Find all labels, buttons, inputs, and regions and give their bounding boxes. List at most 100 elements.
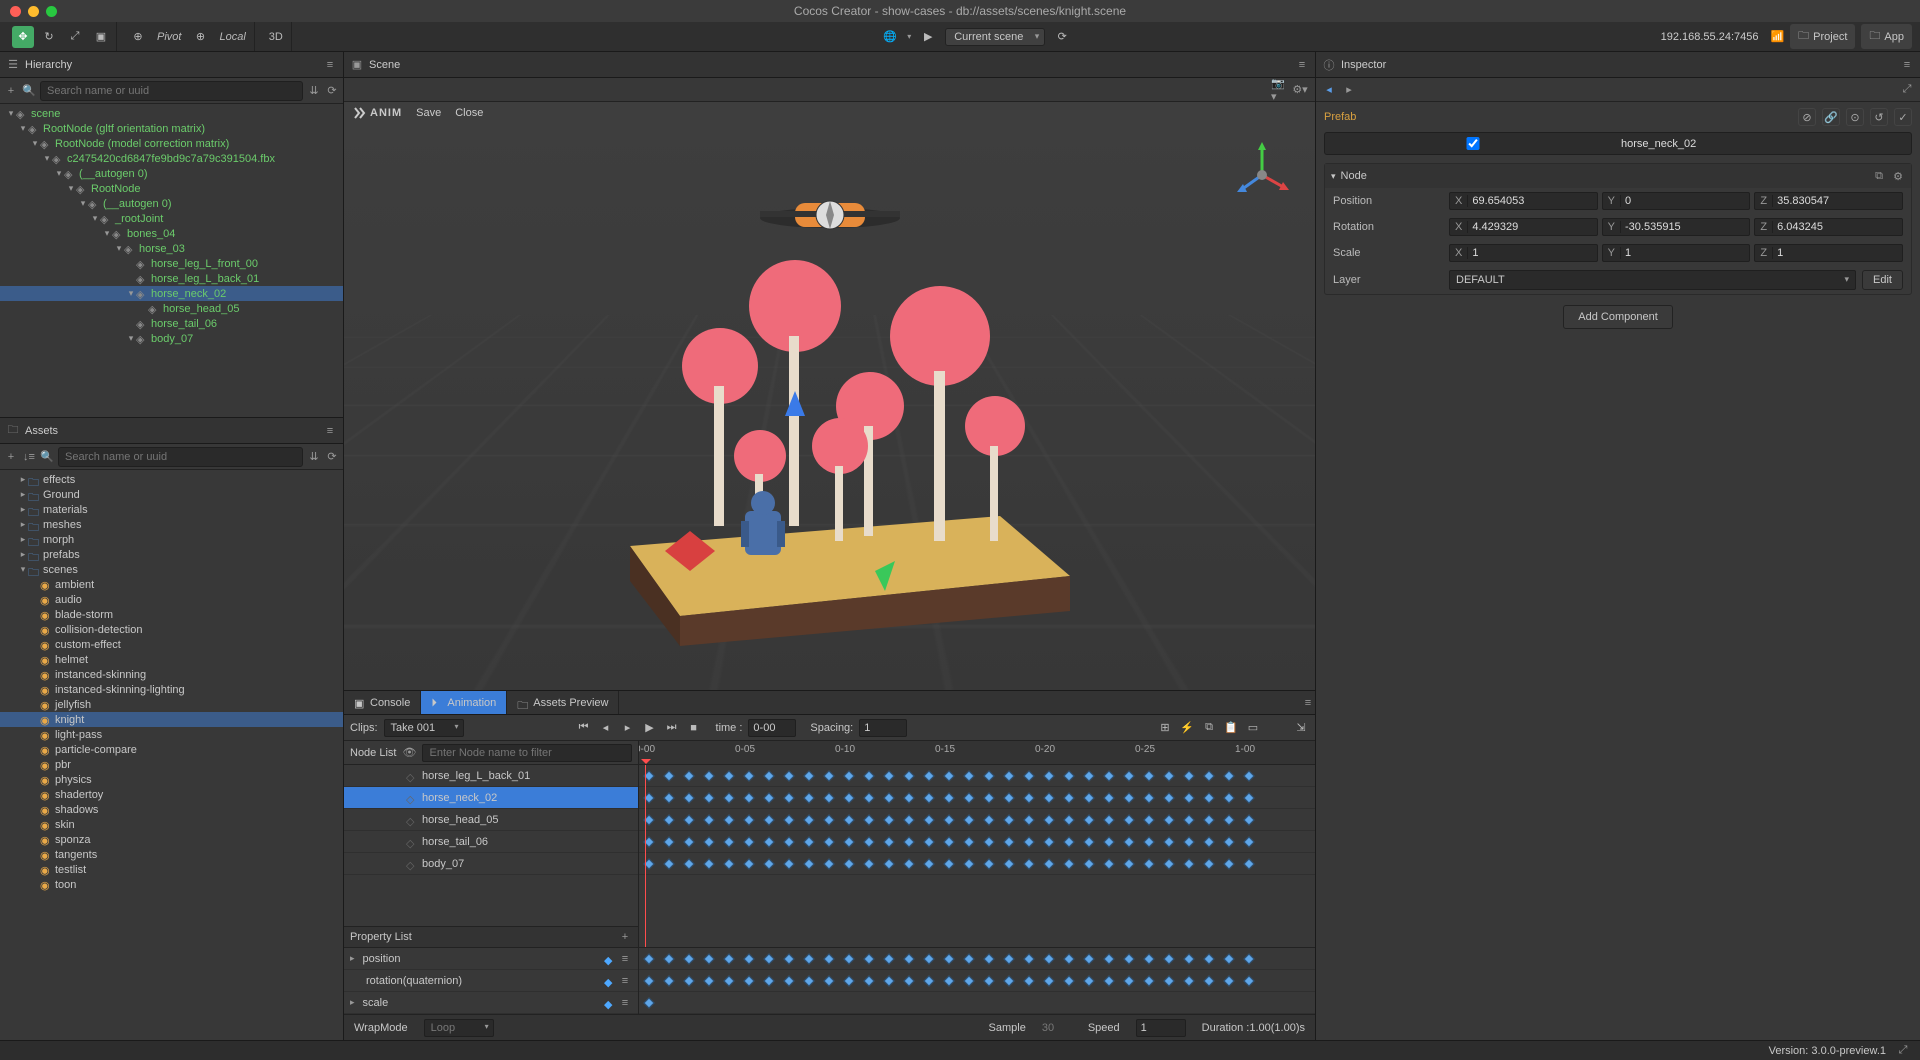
anim-save[interactable]: Save (416, 107, 441, 119)
node-enabled[interactable] (1331, 137, 1615, 150)
rot-z[interactable] (1773, 219, 1902, 235)
globe-icon[interactable]: 🌐 (879, 26, 901, 48)
orientation-gizmo[interactable] (1227, 140, 1297, 210)
hierarchy-node[interactable]: ▾◈scene (0, 106, 343, 121)
asset-item[interactable]: ◉physics (0, 772, 343, 787)
hierarchy-node[interactable]: ▾◈RootNode (model correction matrix) (0, 136, 343, 151)
asset-item[interactable]: ◉blade-storm (0, 607, 343, 622)
hierarchy-node[interactable]: ◈horse_leg_L_back_01 (0, 271, 343, 286)
hierarchy-node[interactable]: ▾◈body_07 (0, 331, 343, 346)
bolt-icon[interactable]: ⚡ (1179, 720, 1195, 736)
hierarchy-search[interactable] (40, 81, 303, 101)
app-button[interactable]: 🗀App (1861, 24, 1912, 49)
back-icon[interactable]: ◂ (1322, 83, 1336, 97)
unlink-icon[interactable]: ⊘ (1798, 108, 1816, 126)
asset-item[interactable]: ▸🗀Ground (0, 487, 343, 502)
chevron-down-icon[interactable]: ▾ (1331, 171, 1336, 182)
scene-viewport[interactable]: ANIM Save Close (344, 102, 1315, 690)
asset-item[interactable]: ▸🗀prefabs (0, 547, 343, 562)
node-filter[interactable] (422, 744, 632, 762)
add-property-icon[interactable]: + (618, 930, 632, 944)
tab-animation[interactable]: ⏵Animation (421, 691, 507, 714)
reload-button[interactable]: ⟳ (1051, 26, 1073, 48)
scale-tool[interactable]: ⤢ (64, 26, 86, 48)
hierarchy-node[interactable]: ▾◈horse_03 (0, 241, 343, 256)
gear-icon[interactable]: ⚙▾ (1293, 83, 1307, 97)
hierarchy-node[interactable]: ▾◈bones_04 (0, 226, 343, 241)
stop-icon[interactable]: ■ (686, 720, 702, 736)
collapse-icon[interactable]: ⇊ (307, 450, 321, 464)
forward-icon[interactable]: ▸ (1342, 83, 1356, 97)
hierarchy-node[interactable]: ▾◈(__autogen 0) (0, 196, 343, 211)
play-button[interactable]: ▶ (917, 26, 939, 48)
asset-item[interactable]: ◉shadertoy (0, 787, 343, 802)
move-tool[interactable]: ✥ (12, 26, 34, 48)
step-back-icon[interactable]: ◂ (598, 720, 614, 736)
grid-icon[interactable]: ⊞ (1157, 720, 1173, 736)
layer-edit-button[interactable]: Edit (1862, 270, 1903, 290)
asset-item[interactable]: ◉jellyfish (0, 697, 343, 712)
anim-property-row[interactable]: ▸scale◆≡ (344, 992, 638, 1014)
gear-icon[interactable]: ⚙ (1891, 169, 1905, 183)
copy-icon[interactable]: ⧉ (1201, 720, 1217, 736)
mode-3d[interactable]: 3D (265, 31, 287, 43)
add-icon[interactable]: + (4, 84, 18, 98)
asset-item[interactable]: ◉pbr (0, 757, 343, 772)
asset-item[interactable]: ◉instanced-skinning-lighting (0, 682, 343, 697)
anim-node-row[interactable]: ◇body_07 (344, 853, 638, 875)
speed-input[interactable] (1136, 1019, 1186, 1037)
scl-x[interactable] (1468, 245, 1596, 261)
menu-icon[interactable]: ≡ (1900, 58, 1914, 72)
pos-y[interactable] (1621, 193, 1749, 209)
asset-item[interactable]: ◉particle-compare (0, 742, 343, 757)
hierarchy-node[interactable]: ▾◈(__autogen 0) (0, 166, 343, 181)
hierarchy-node[interactable]: ◈horse_tail_06 (0, 316, 343, 331)
playhead[interactable] (645, 765, 646, 947)
pos-x[interactable] (1468, 193, 1596, 209)
step-fwd-icon[interactable]: ▸ (620, 720, 636, 736)
anim-node-row[interactable]: ◇horse_tail_06 (344, 831, 638, 853)
tab-assets-preview[interactable]: 🗀Assets Preview (507, 691, 619, 714)
asset-item[interactable]: ▸🗀effects (0, 472, 343, 487)
rect-icon[interactable]: ▭ (1245, 720, 1261, 736)
rot-x[interactable] (1468, 219, 1596, 235)
anim-property-row[interactable]: rotation(quaternion)◆≡ (344, 970, 638, 992)
hierarchy-node[interactable]: ▾◈RootNode (0, 181, 343, 196)
keyframe-tracks[interactable] (639, 765, 1315, 947)
pivot-label[interactable]: Pivot (153, 31, 185, 43)
hierarchy-node[interactable]: ▾◈horse_neck_02 (0, 286, 343, 301)
asset-item[interactable]: ◉skin (0, 817, 343, 832)
refresh-icon[interactable]: ⟳ (325, 84, 339, 98)
asset-item[interactable]: ◉testlist (0, 862, 343, 877)
asset-item[interactable]: ▸🗀meshes (0, 517, 343, 532)
asset-item[interactable]: ◉sponza (0, 832, 343, 847)
menu-icon[interactable]: ≡ (323, 58, 337, 72)
add-icon[interactable]: + (4, 450, 18, 464)
asset-item[interactable]: ◉knight (0, 712, 343, 727)
skip-end-icon[interactable]: ⏭ (664, 720, 680, 736)
rotate-tool[interactable]: ↻ (38, 26, 60, 48)
hierarchy-node[interactable]: ▾◈RootNode (gltf orientation matrix) (0, 121, 343, 136)
wrapmode-select[interactable]: Loop (424, 1019, 494, 1037)
hierarchy-node[interactable]: ◈horse_head_05 (0, 301, 343, 316)
expand-icon[interactable]: ⤢ (1900, 83, 1914, 97)
scene-select[interactable]: Current scene (945, 28, 1045, 46)
locate-icon[interactable]: ⊙ (1846, 108, 1864, 126)
layer-select[interactable]: DEFAULT (1449, 270, 1856, 290)
hierarchy-node[interactable]: ▾◈_rootJoint (0, 211, 343, 226)
rect-tool[interactable]: ▣ (90, 26, 112, 48)
asset-item[interactable]: ◉shadows (0, 802, 343, 817)
export-icon[interactable]: ⇲ (1293, 720, 1309, 736)
local-label[interactable]: Local (215, 31, 249, 43)
node-name-input[interactable] (1621, 138, 1905, 150)
maximize-icon[interactable]: ⤢ (1896, 1044, 1910, 1058)
time-input[interactable] (748, 719, 796, 737)
spacing-input[interactable] (859, 719, 907, 737)
hierarchy-node[interactable]: ◈horse_leg_L_front_00 (0, 256, 343, 271)
asset-item[interactable]: ▸🗀morph (0, 532, 343, 547)
play-icon[interactable]: ▶ (642, 720, 658, 736)
anim-node-row[interactable]: ◇horse_leg_L_back_01 (344, 765, 638, 787)
asset-item[interactable]: ◉light-pass (0, 727, 343, 742)
asset-item[interactable]: ▾🗀scenes (0, 562, 343, 577)
menu-icon[interactable]: ≡ (323, 424, 337, 438)
